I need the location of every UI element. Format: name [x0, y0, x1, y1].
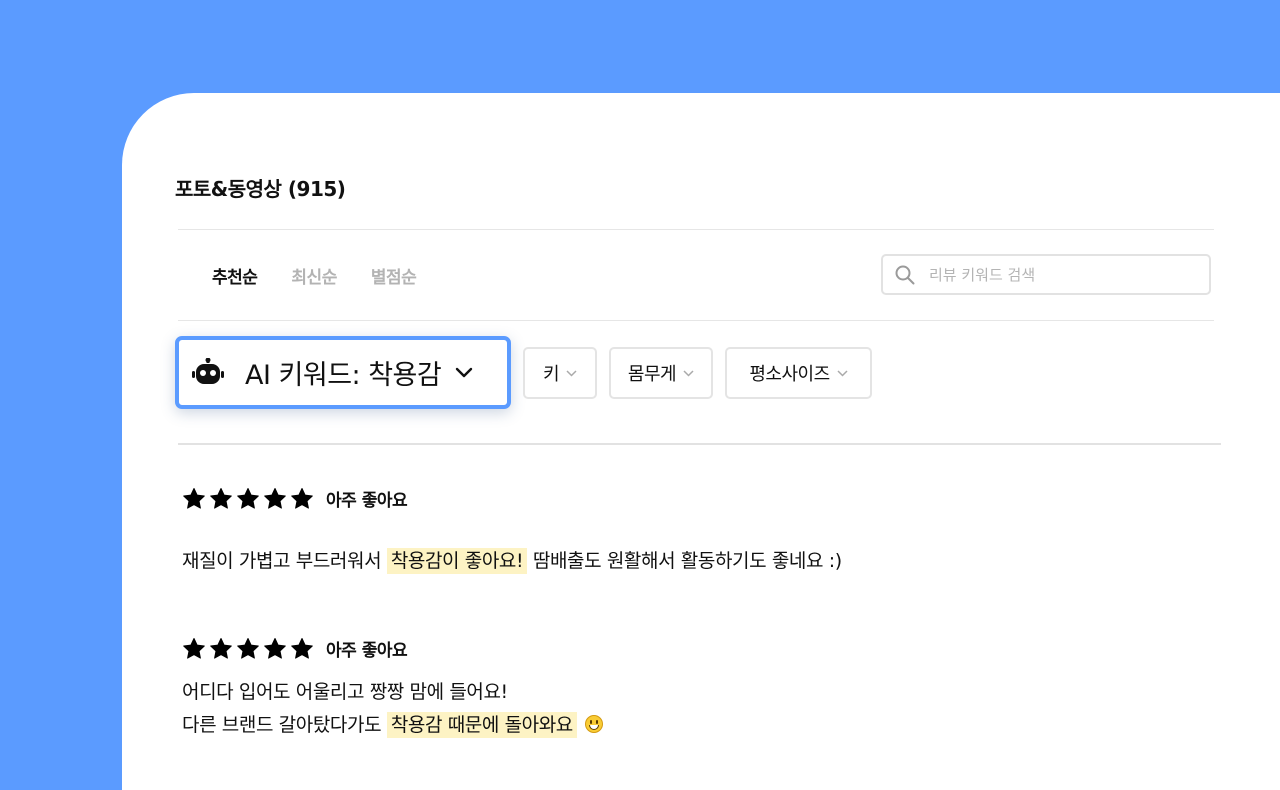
review-panel: 포토&동영상 (915) 추천순 최신순 별점순 AI 키워드: 착용감 키	[122, 93, 1280, 790]
chevron-down-icon	[456, 367, 473, 377]
filter-height[interactable]: 키	[523, 347, 597, 399]
star-icon	[183, 487, 205, 509]
star-icon	[210, 487, 232, 509]
star-rating	[182, 637, 314, 661]
search-input[interactable]	[927, 264, 1191, 285]
divider	[178, 229, 1214, 230]
star-icon	[183, 637, 205, 659]
star-icon	[264, 637, 286, 659]
chevron-down-icon	[566, 369, 577, 377]
sort-tabs: 추천순 최신순 별점순	[212, 263, 417, 288]
ai-keyword-dropdown[interactable]: AI 키워드: 착용감	[175, 336, 511, 409]
rating-label: 아주 좋아요	[326, 641, 408, 661]
tab-latest[interactable]: 최신순	[291, 263, 337, 288]
star-icon	[291, 487, 313, 509]
star-icon	[264, 487, 286, 509]
review-line: 다른 브랜드 갈아탔다가도 착용감 때문에 돌아와요	[182, 709, 603, 742]
filter-usual-size[interactable]: 평소사이즈	[725, 347, 872, 399]
filter-label: 평소사이즈	[749, 364, 830, 385]
tab-recommended[interactable]: 추천순	[212, 263, 258, 288]
rating-row: 아주 좋아요	[182, 636, 603, 661]
chevron-down-icon	[837, 369, 848, 377]
rating-row: 아주 좋아요	[182, 486, 842, 511]
divider	[178, 320, 1214, 321]
keyword-highlight: 착용감이 좋아요!	[386, 548, 528, 574]
grinning-face-icon	[584, 715, 603, 733]
keyword-highlight: 착용감 때문에 돌아와요	[386, 712, 577, 738]
filter-weight[interactable]: 몸무게	[609, 347, 713, 399]
star-icon	[237, 637, 259, 659]
review-text-part: 재질이 가볍고 부드러워서	[182, 550, 387, 572]
filter-label: 몸무게	[627, 364, 677, 385]
rating-label: 아주 좋아요	[326, 491, 408, 511]
review-text: 어디다 입어도 어울리고 짱짱 맘에 들어요! 다른 브랜드 갈아탔다가도 착용…	[182, 676, 603, 742]
page-title: 포토&동영상 (915)	[175, 177, 346, 201]
filter-label: 키	[542, 364, 560, 385]
search-icon	[895, 265, 915, 284]
star-icon	[291, 637, 313, 659]
star-icon	[210, 637, 232, 659]
ai-keyword-label: AI 키워드: 착용감	[245, 360, 442, 391]
review-text: 재질이 가볍고 부드러워서 착용감이 좋아요! 땀배출도 원활해서 활동하기도 …	[182, 543, 842, 579]
review-item: 아주 좋아요 재질이 가볍고 부드러워서 착용감이 좋아요! 땀배출도 원활해서…	[182, 486, 842, 579]
review-text-part: 다른 브랜드 갈아탔다가도	[182, 714, 387, 736]
divider	[178, 443, 1221, 445]
review-search-box[interactable]	[881, 254, 1211, 295]
review-item: 아주 좋아요 어디다 입어도 어울리고 짱짱 맘에 들어요! 다른 브랜드 갈아…	[182, 636, 603, 742]
star-icon	[237, 487, 259, 509]
robot-icon	[192, 357, 224, 384]
chevron-down-icon	[683, 369, 694, 377]
tab-rating[interactable]: 별점순	[371, 263, 417, 288]
star-rating	[182, 487, 314, 511]
review-line: 어디다 입어도 어울리고 짱짱 맘에 들어요!	[182, 681, 508, 703]
review-text-part: 땀배출도 원활해서 활동하기도 좋네요 :)	[527, 550, 842, 572]
